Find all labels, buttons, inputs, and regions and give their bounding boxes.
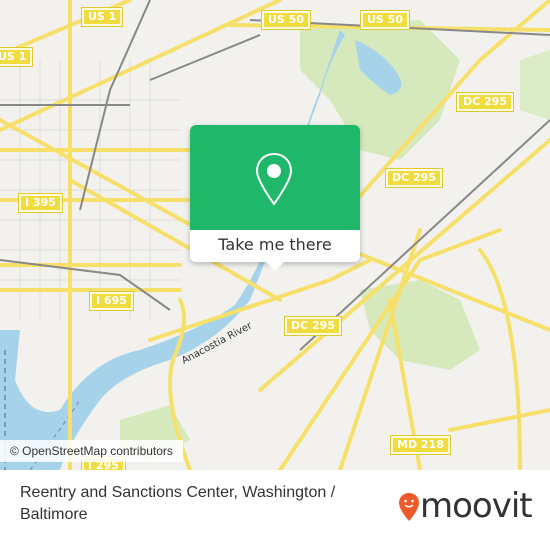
route-shield-dc295: DC 295: [385, 168, 443, 188]
popup-header: [190, 125, 360, 230]
footer: Reentry and Sanctions Center, Washington…: [0, 470, 550, 550]
route-shield-dc295: DC 295: [284, 316, 342, 336]
take-me-there-popup[interactable]: Take me there: [190, 125, 360, 271]
map-pin-icon: [255, 152, 293, 206]
moovit-wordmark: moovit: [420, 486, 533, 526]
moovit-logo[interactable]: moovit: [398, 486, 538, 530]
take-me-there-button[interactable]: Take me there: [190, 230, 360, 262]
route-shield-us50: US 50: [360, 10, 410, 30]
route-shield-us1: US 1: [80, 7, 124, 27]
route-shield-i695: I 695: [89, 291, 134, 311]
route-shield-us1: US 1: [0, 47, 34, 67]
route-shield-md218: MD 218: [390, 435, 451, 455]
map-attribution[interactable]: © OpenStreetMap contributors: [0, 440, 183, 462]
route-shield-us50: US 50: [261, 10, 311, 30]
route-shield-dc295: DC 295: [456, 92, 514, 112]
map[interactable]: US 1 US 1 US 50 US 50 DC 295 DC 295 DC 2…: [0, 0, 550, 470]
popup-pointer: [265, 261, 285, 271]
route-shield-i395: I 395: [18, 193, 63, 213]
moovit-pin-icon: [399, 493, 419, 521]
place-name: Reentry and Sanctions Center, Washington…: [20, 484, 336, 523]
